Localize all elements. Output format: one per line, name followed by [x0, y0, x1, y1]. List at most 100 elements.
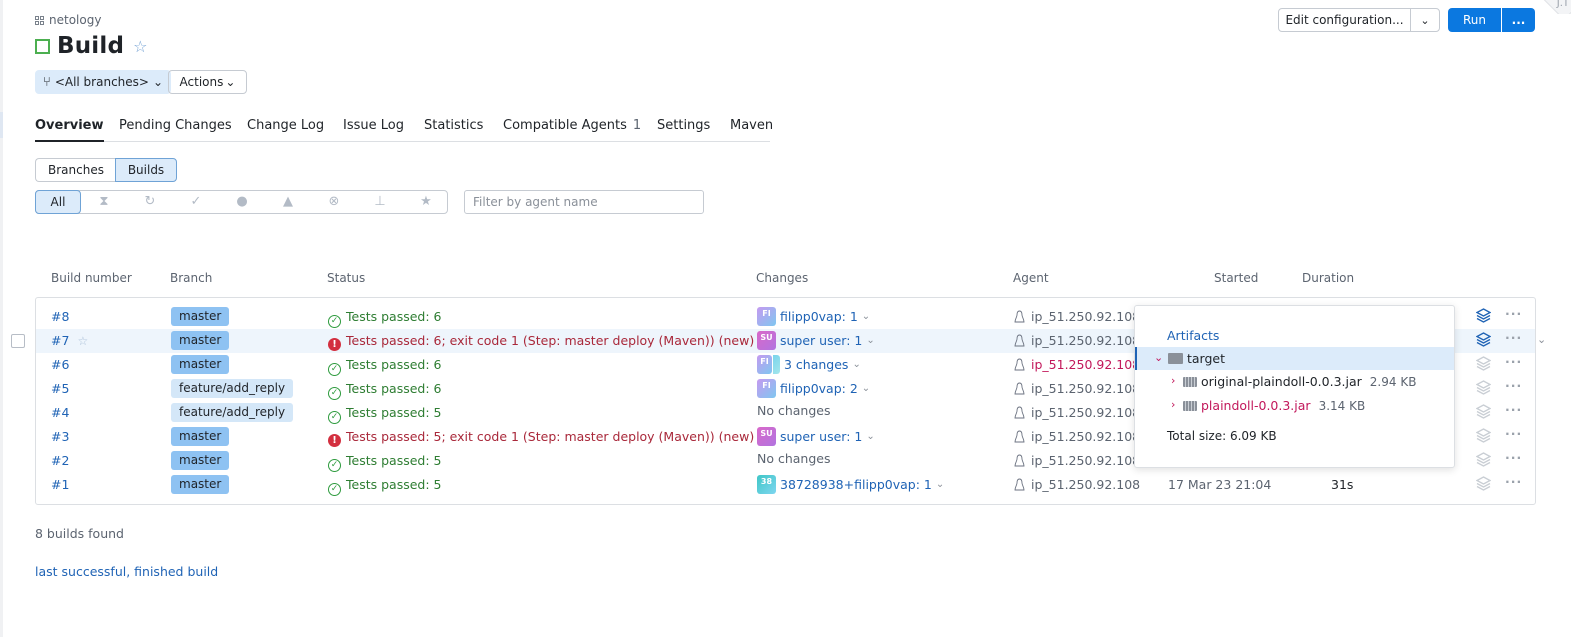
artifacts-stack-icon[interactable] [1475, 476, 1492, 494]
chevron-right-icon[interactable]: › [1171, 398, 1175, 411]
breadcrumb[interactable]: netology [35, 13, 101, 27]
changes-cell[interactable]: SU super user: 1 ⌄ [757, 331, 875, 350]
artifacts-stack-icon[interactable] [1475, 356, 1492, 374]
artifacts-stack-icon[interactable] [1475, 428, 1492, 446]
branch-tag[interactable]: feature/add_reply [171, 403, 294, 422]
table-row[interactable]: #1 master ✓ Tests passed: 5 38 38728938+fi… [36, 473, 1535, 497]
view-branches-toggle[interactable]: Branches [35, 158, 116, 182]
artifact-folder-row[interactable]: ⌄ target [1135, 347, 1454, 370]
build-number-link[interactable]: #4 [51, 405, 69, 420]
branch-tag[interactable]: master [171, 355, 230, 374]
row-more-options-icon[interactable]: ··· [1505, 330, 1522, 345]
favorite-star-icon[interactable]: ☆ [133, 37, 147, 56]
last-successful-build-link[interactable]: last successful, finished build [35, 564, 218, 579]
artifacts-stack-icon[interactable] [1475, 380, 1492, 398]
tab-settings[interactable]: Settings [657, 118, 710, 133]
branch-tag[interactable]: master [171, 475, 230, 494]
branch-tag[interactable]: master [171, 427, 230, 446]
artifact-file[interactable]: plaindoll-0.0.3.jar 3.14 KB [1201, 398, 1365, 413]
artifacts-stack-icon[interactable] [1475, 452, 1492, 470]
build-status[interactable]: ✓ Tests passed: 6 [328, 309, 441, 328]
build-number-link[interactable]: #8 [51, 309, 69, 324]
tab-compatible-agents[interactable]: Compatible Agents 1 [503, 118, 641, 133]
changes-cell[interactable]: FI 3 changes ⌄ [757, 355, 861, 374]
changes-cell[interactable]: FI filipp0vap: 2 ⌄ [757, 379, 870, 398]
row-more-options-icon[interactable]: ··· [1505, 450, 1522, 465]
tab-maven[interactable]: Maven [730, 118, 773, 133]
changes-cell[interactable]: 38 38728938+filipp0vap: 1 ⌄ [757, 475, 944, 494]
agent-cell[interactable]: ip_51.250.92.108 [1014, 405, 1140, 420]
agent-filter-input[interactable] [464, 190, 704, 214]
branch-tag[interactable]: master [171, 451, 230, 470]
build-status[interactable]: ! Tests passed: 6; exit code 1 (Step: mas… [328, 333, 754, 351]
build-status[interactable]: ✓ Tests passed: 6 [328, 381, 441, 400]
tab-statistics[interactable]: Statistics [424, 118, 483, 133]
row-select-checkbox[interactable] [11, 334, 25, 348]
build-status[interactable]: ✓ Tests passed: 5 [328, 453, 441, 472]
changes-cell[interactable]: FI filipp0vap: 1 ⌄ [757, 307, 870, 326]
build-status[interactable]: ✓ Tests passed: 5 [328, 477, 441, 496]
edit-configuration-button[interactable]: Edit configuration... [1278, 8, 1411, 32]
build-status[interactable]: ! Tests passed: 5; exit code 1 (Step: mas… [328, 429, 754, 447]
artifacts-stack-icon[interactable] [1475, 404, 1492, 422]
run-button[interactable]: Run [1448, 8, 1501, 32]
agent-cell[interactable]: ip_51.250.92.108 [1014, 333, 1140, 348]
pin-star-icon[interactable]: ☆ [77, 334, 88, 348]
build-number-link[interactable]: #1 [51, 477, 69, 492]
agent-cell[interactable]: ip_51.250.92.108 [1014, 357, 1140, 372]
agent-cell[interactable]: ip_51.250.92.108 [1014, 429, 1140, 444]
agent-cell[interactable]: ip_51.250.92.108 [1014, 381, 1140, 396]
chevron-right-icon[interactable]: › [1171, 374, 1175, 387]
branch-tag[interactable]: master [171, 331, 230, 350]
chevron-down-icon[interactable]: ⌄ [1154, 351, 1163, 364]
agent-cell[interactable]: ip_51.250.92.108 [1014, 477, 1140, 492]
artifacts-stack-icon[interactable] [1475, 332, 1492, 350]
build-number-link[interactable]: #2 [51, 453, 69, 468]
column-started[interactable]: Started [1214, 271, 1258, 285]
build-number-link[interactable]: #3 [51, 429, 69, 444]
tab-overview[interactable]: Overview [35, 118, 104, 142]
artifacts-title-link[interactable]: Artifacts [1167, 328, 1219, 343]
success-check-icon: ✓ [328, 387, 341, 400]
filter-starred-icon[interactable]: ★ [418, 194, 434, 209]
artifact-file-row[interactable]: › plaindoll-0.0.3.jar 3.14 KB [1135, 395, 1454, 417]
filter-running-icon[interactable]: ↻ [142, 194, 158, 209]
row-more-options-icon[interactable]: ··· [1505, 306, 1522, 321]
row-more-options-icon[interactable]: ··· [1505, 354, 1522, 369]
artifact-file[interactable]: original-plaindoll-0.0.3.jar 2.94 KB [1201, 374, 1416, 389]
row-more-options-icon[interactable]: ··· [1505, 474, 1522, 489]
filter-canceled-icon[interactable]: ⊗ [326, 194, 342, 209]
filter-success-icon[interactable]: ✓ [188, 194, 204, 209]
artifacts-stack-icon[interactable] [1475, 308, 1492, 326]
tab-change-log[interactable]: Change Log [247, 118, 324, 133]
build-status[interactable]: ✓ Tests passed: 6 [328, 357, 441, 376]
row-expand-chevron-icon[interactable]: ⌄ [1537, 333, 1546, 346]
filter-queued-hourglass-icon[interactable]: ⧗ [96, 194, 112, 209]
tab-issue-log[interactable]: Issue Log [343, 118, 404, 133]
build-status[interactable]: ✓ Tests passed: 5 [328, 405, 441, 424]
actions-button[interactable]: Actions ⌄ [168, 70, 247, 94]
agent-cell[interactable]: ip_51.250.92.108 [1014, 453, 1140, 468]
build-number-link[interactable]: #6 [51, 357, 69, 372]
branch-selector[interactable]: ⑂ <All branches> ⌄ [35, 70, 172, 94]
artifact-file-row[interactable]: › original-plaindoll-0.0.3.jar 2.94 KB [1135, 371, 1454, 393]
changes-cell[interactable]: SU super user: 1 ⌄ [757, 427, 875, 446]
branch-tag[interactable]: feature/add_reply [171, 379, 294, 398]
column-duration[interactable]: Duration [1302, 271, 1354, 285]
filter-failed-icon[interactable]: ● [234, 194, 250, 209]
filter-all[interactable]: All [35, 190, 81, 214]
tab-pending-changes[interactable]: Pending Changes [119, 118, 232, 133]
agent-cell[interactable]: ip_51.250.92.108 [1014, 309, 1140, 324]
filter-warning-icon[interactable]: ▲ [280, 194, 296, 209]
build-number-link[interactable]: #5 [51, 381, 69, 396]
view-builds-toggle[interactable]: Builds [115, 158, 177, 182]
row-more-options-icon[interactable]: ··· [1505, 378, 1522, 393]
build-number-link[interactable]: #7 ☆ [51, 333, 88, 348]
row-more-options-icon[interactable]: ··· [1505, 426, 1522, 441]
breadcrumb-project[interactable]: netology [49, 13, 101, 27]
row-more-options-icon[interactable]: ··· [1505, 402, 1522, 417]
filter-pinned-icon[interactable]: ⊥ [372, 194, 388, 209]
edit-configuration-dropdown[interactable]: ⌄ [1410, 8, 1440, 32]
run-options-button[interactable]: ... [1502, 8, 1535, 32]
branch-tag[interactable]: master [171, 307, 230, 326]
